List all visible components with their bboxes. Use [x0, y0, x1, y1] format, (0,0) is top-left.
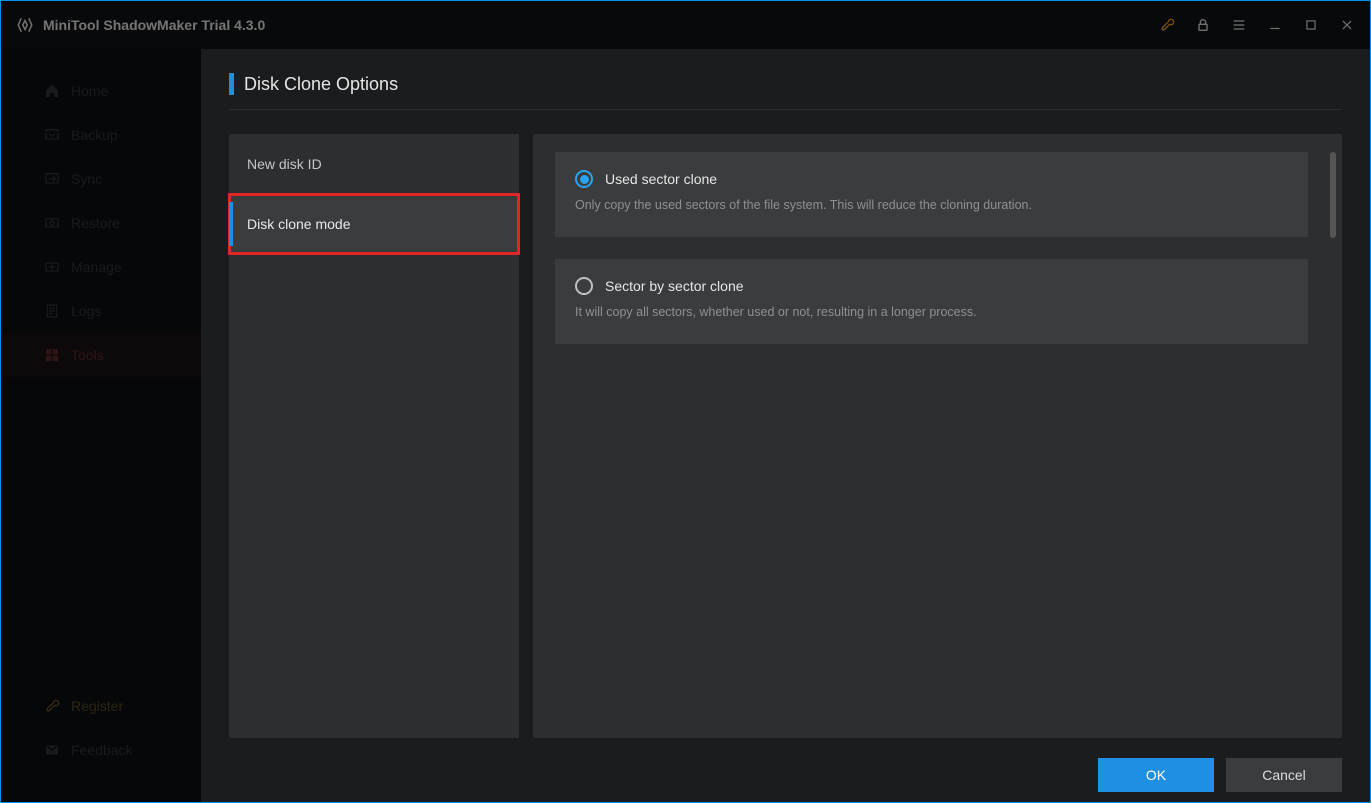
option-description: It will copy all sectors, whether used o…: [575, 303, 1288, 322]
sidebar: Home Backup Sync Restore Manage: [1, 49, 201, 802]
sidebar-top: Home Backup Sync Restore Manage: [1, 69, 201, 377]
sidebar-item-feedback[interactable]: Feedback: [1, 728, 201, 772]
footer: OK Cancel: [201, 748, 1370, 802]
titlebar-left: MiniTool ShadowMaker Trial 4.3.0: [15, 15, 265, 35]
radio-button[interactable]: [575, 170, 593, 188]
sidebar-item-manage[interactable]: Manage: [1, 245, 201, 289]
options-category-panel: New disk ID Disk clone mode: [229, 134, 519, 738]
sync-icon: [43, 170, 61, 188]
sidebar-item-backup[interactable]: Backup: [1, 113, 201, 157]
main: Disk Clone Options New disk ID Disk clon…: [201, 49, 1370, 802]
maximize-icon[interactable]: [1302, 16, 1320, 34]
options-detail-panel: Used sector clone Only copy the used sec…: [533, 134, 1342, 738]
sidebar-item-restore[interactable]: Restore: [1, 201, 201, 245]
header-accent-bar: [229, 73, 234, 95]
sidebar-item-home[interactable]: Home: [1, 69, 201, 113]
page-title: Disk Clone Options: [244, 74, 398, 95]
panels: New disk ID Disk clone mode Used sector …: [229, 134, 1342, 748]
app-logo-icon: [15, 15, 35, 35]
category-label: Disk clone mode: [247, 216, 351, 232]
sidebar-item-tools[interactable]: Tools: [1, 333, 201, 377]
app-window: MiniTool ShadowMaker Trial 4.3.0: [0, 0, 1371, 803]
page-header: Disk Clone Options: [229, 73, 1342, 110]
manage-icon: [43, 258, 61, 276]
main-inner: Disk Clone Options New disk ID Disk clon…: [201, 49, 1370, 748]
body: Home Backup Sync Restore Manage: [1, 49, 1370, 802]
category-new-disk-id[interactable]: New disk ID: [229, 134, 519, 194]
titlebar: MiniTool ShadowMaker Trial 4.3.0: [1, 1, 1370, 49]
lock-icon[interactable]: [1194, 16, 1212, 34]
key-icon: [43, 697, 61, 715]
minimize-icon[interactable]: [1266, 16, 1284, 34]
backup-icon: [43, 126, 61, 144]
radio-row: Sector by sector clone: [575, 277, 1288, 295]
mail-icon: [43, 741, 61, 759]
tools-icon: [43, 346, 61, 364]
close-icon[interactable]: [1338, 16, 1356, 34]
category-label: New disk ID: [247, 156, 322, 172]
radio-row: Used sector clone: [575, 170, 1288, 188]
sidebar-bottom: Register Feedback: [1, 684, 201, 772]
titlebar-right: [1158, 16, 1356, 34]
sidebar-item-register[interactable]: Register: [1, 684, 201, 728]
option-label: Sector by sector clone: [605, 278, 744, 294]
option-label: Used sector clone: [605, 171, 717, 187]
ok-button[interactable]: OK: [1098, 758, 1214, 792]
scrollbar-track[interactable]: [1330, 152, 1336, 720]
home-icon: [43, 82, 61, 100]
logs-icon: [43, 302, 61, 320]
menu-icon[interactable]: [1230, 16, 1248, 34]
category-disk-clone-mode[interactable]: Disk clone mode: [229, 194, 519, 254]
cancel-button[interactable]: Cancel: [1226, 758, 1342, 792]
app-title: MiniTool ShadowMaker Trial 4.3.0: [43, 17, 265, 33]
restore-icon: [43, 214, 61, 232]
key-icon[interactable]: [1158, 16, 1176, 34]
sidebar-item-sync[interactable]: Sync: [1, 157, 201, 201]
scrollbar-thumb[interactable]: [1330, 152, 1336, 238]
option-used-sector-clone[interactable]: Used sector clone Only copy the used sec…: [555, 152, 1308, 237]
sidebar-item-logs[interactable]: Logs: [1, 289, 201, 333]
option-description: Only copy the used sectors of the file s…: [575, 196, 1288, 215]
radio-button[interactable]: [575, 277, 593, 295]
option-sector-by-sector-clone[interactable]: Sector by sector clone It will copy all …: [555, 259, 1308, 344]
